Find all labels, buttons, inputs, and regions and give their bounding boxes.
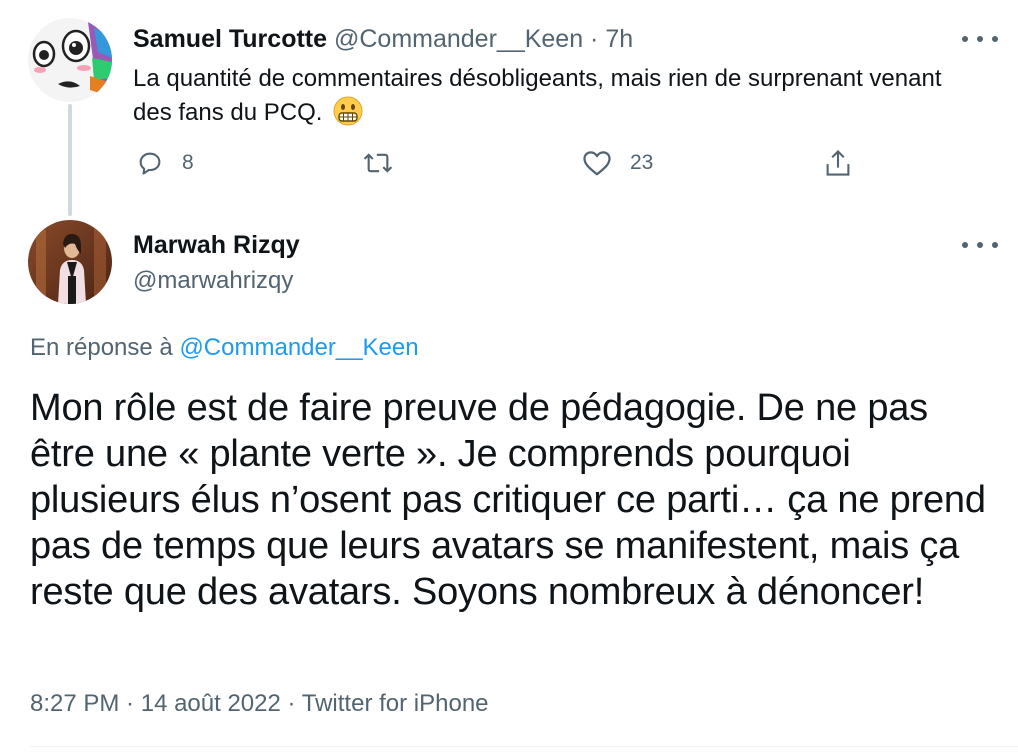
reply-prefix: En réponse à <box>30 334 180 361</box>
meta-separator: · <box>280 690 302 717</box>
share-icon <box>826 149 850 176</box>
parent-more-options-button[interactable] <box>962 30 998 48</box>
dot-icon <box>992 36 998 42</box>
header-separator: · <box>583 25 606 53</box>
grimacing-face-icon <box>333 96 363 136</box>
cartoon-face-avatar-icon <box>28 18 112 102</box>
reply-button[interactable]: 8 <box>136 149 194 177</box>
parent-tweet-text-block: La quantité de commentaires désobligeant… <box>133 62 953 136</box>
parent-author-handle[interactable]: @Commander__Keen <box>334 25 583 53</box>
thread-connector-line <box>68 104 72 216</box>
reply-icon <box>139 152 161 175</box>
like-button[interactable]: 23 <box>582 149 653 177</box>
photo-avatar-icon <box>28 220 112 304</box>
main-more-options-button[interactable] <box>962 236 998 254</box>
dot-icon <box>992 242 998 248</box>
heart-icon <box>583 151 611 176</box>
reply-count: 8 <box>182 151 194 174</box>
retweet-icon <box>363 153 393 173</box>
tweet-date[interactable]: 14 août 2022 <box>141 690 281 717</box>
meta-separator: · <box>119 690 141 717</box>
like-count: 23 <box>630 151 654 174</box>
tweet-time[interactable]: 8:27 PM <box>30 690 119 717</box>
parent-tweet-header: Samuel Turcotte @Commander__Keen · 7h <box>133 22 633 56</box>
tweet-source[interactable]: Twitter for iPhone <box>302 690 489 717</box>
retweet-button[interactable] <box>362 149 412 177</box>
main-author-avatar[interactable] <box>28 220 112 304</box>
dot-icon <box>962 242 968 248</box>
parent-author-avatar[interactable] <box>28 18 112 102</box>
tweet-metadata: 8:27 PM · 14 août 2022 · Twitter for iPh… <box>30 687 489 721</box>
dot-icon <box>977 36 983 42</box>
parent-tweet-time[interactable]: 7h <box>605 25 633 53</box>
main-tweet-text: Mon rôle est de faire preuve de pédagogi… <box>30 387 986 613</box>
parent-author-name[interactable]: Samuel Turcotte <box>133 25 327 53</box>
dot-icon <box>962 36 968 42</box>
divider <box>30 746 1018 747</box>
reply-to-mention-link[interactable]: @Commander__Keen <box>179 334 418 361</box>
parent-tweet-text: La quantité de commentaires désobligeant… <box>133 65 942 126</box>
main-author-name[interactable]: Marwah Rizqy <box>133 228 300 262</box>
replying-to: En réponse à @Commander__Keen <box>30 331 419 365</box>
main-author-handle[interactable]: @marwahrizqy <box>133 264 293 298</box>
dot-icon <box>977 242 983 248</box>
share-button[interactable] <box>824 148 852 178</box>
